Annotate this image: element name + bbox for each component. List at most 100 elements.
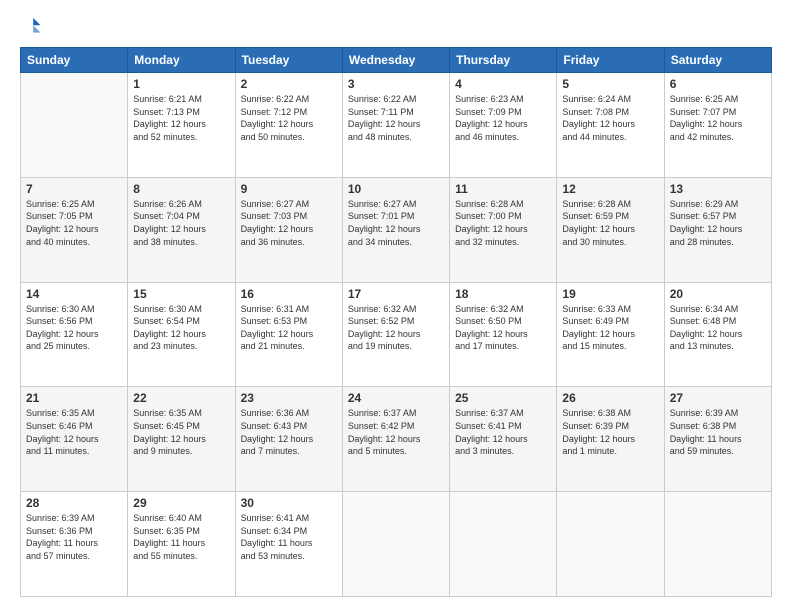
calendar-day-cell: 8 Sunrise: 6:26 AM Sunset: 7:04 PM Daylig… (128, 177, 235, 282)
day-info: Sunrise: 6:38 AM Sunset: 6:39 PM Dayligh… (562, 407, 658, 457)
calendar-day-cell: 10 Sunrise: 6:27 AM Sunset: 7:01 PM Dayli… (342, 177, 449, 282)
day-number: 18 (455, 287, 551, 301)
day-number: 30 (241, 496, 337, 510)
day-info: Sunrise: 6:22 AM Sunset: 7:11 PM Dayligh… (348, 93, 444, 143)
calendar-empty-cell (450, 492, 557, 597)
day-number: 26 (562, 391, 658, 405)
day-info: Sunrise: 6:30 AM Sunset: 6:56 PM Dayligh… (26, 303, 122, 353)
day-number: 1 (133, 77, 229, 91)
calendar-day-cell: 24Sunrise: 6:37 AM Sunset: 6:42 PM Dayli… (342, 387, 449, 492)
day-number: 14 (26, 287, 122, 301)
calendar-day-cell: 4Sunrise: 6:23 AM Sunset: 7:09 PM Daylig… (450, 73, 557, 178)
day-info: Sunrise: 6:28 AM Sunset: 6:59 PM Dayligh… (562, 198, 658, 248)
calendar-table: SundayMondayTuesdayWednesdayThursdayFrid… (20, 47, 772, 597)
day-info: Sunrise: 6:33 AM Sunset: 6:49 PM Dayligh… (562, 303, 658, 353)
day-number: 22 (133, 391, 229, 405)
calendar-empty-cell (342, 492, 449, 597)
day-number: 6 (670, 77, 766, 91)
day-number: 2 (241, 77, 337, 91)
calendar-day-cell: 21 Sunrise: 6:35 AM Sunset: 6:46 PM Dayli… (21, 387, 128, 492)
calendar-day-cell: 3 Sunrise: 6:22 AM Sunset: 7:11 PM Daylig… (342, 73, 449, 178)
calendar-empty-cell (21, 73, 128, 178)
weekday-header-friday: Friday (557, 48, 664, 73)
weekday-header-tuesday: Tuesday (235, 48, 342, 73)
day-info: Sunrise: 6:32 AM Sunset: 6:50 PM Dayligh… (455, 303, 551, 353)
day-info: Sunrise: 6:24 AM Sunset: 7:08 PM Dayligh… (562, 93, 658, 143)
calendar-day-cell: 6Sunrise: 6:25 AM Sunset: 7:07 PM Daylig… (664, 73, 771, 178)
day-number: 9 (241, 182, 337, 196)
calendar-day-cell: 22 Sunrise: 6:35 AM Sunset: 6:45 PM Dayli… (128, 387, 235, 492)
calendar-day-cell: 9 Sunrise: 6:27 AM Sunset: 7:03 PM Daylig… (235, 177, 342, 282)
calendar-day-cell: 30 Sunrise: 6:41 AM Sunset: 6:34 PM Dayli… (235, 492, 342, 597)
day-number: 15 (133, 287, 229, 301)
weekday-header-thursday: Thursday (450, 48, 557, 73)
day-number: 4 (455, 77, 551, 91)
calendar-day-cell: 15 Sunrise: 6:30 AM Sunset: 6:54 PM Dayli… (128, 282, 235, 387)
day-number: 8 (133, 182, 229, 196)
weekday-header-saturday: Saturday (664, 48, 771, 73)
page: SundayMondayTuesdayWednesdayThursdayFrid… (0, 0, 792, 612)
calendar-week-row: 21 Sunrise: 6:35 AM Sunset: 6:46 PM Dayli… (21, 387, 772, 492)
day-number: 21 (26, 391, 122, 405)
calendar-day-cell: 20 Sunrise: 6:34 AM Sunset: 6:48 PM Dayli… (664, 282, 771, 387)
logo (20, 15, 46, 37)
day-number: 29 (133, 496, 229, 510)
day-number: 3 (348, 77, 444, 91)
day-info: Sunrise: 6:21 AM Sunset: 7:13 PM Dayligh… (133, 93, 229, 143)
calendar-day-cell: 25 Sunrise: 6:37 AM Sunset: 6:41 PM Dayli… (450, 387, 557, 492)
day-number: 24 (348, 391, 444, 405)
calendar-day-cell: 12 Sunrise: 6:28 AM Sunset: 6:59 PM Dayli… (557, 177, 664, 282)
day-number: 7 (26, 182, 122, 196)
header (20, 15, 772, 37)
day-info: Sunrise: 6:30 AM Sunset: 6:54 PM Dayligh… (133, 303, 229, 353)
day-info: Sunrise: 6:28 AM Sunset: 7:00 PM Dayligh… (455, 198, 551, 248)
weekday-header-monday: Monday (128, 48, 235, 73)
day-info: Sunrise: 6:29 AM Sunset: 6:57 PM Dayligh… (670, 198, 766, 248)
calendar-day-cell: 16Sunrise: 6:31 AM Sunset: 6:53 PM Dayli… (235, 282, 342, 387)
calendar-day-cell: 23Sunrise: 6:36 AM Sunset: 6:43 PM Dayli… (235, 387, 342, 492)
calendar-day-cell: 14 Sunrise: 6:30 AM Sunset: 6:56 PM Dayli… (21, 282, 128, 387)
day-info: Sunrise: 6:35 AM Sunset: 6:46 PM Dayligh… (26, 407, 122, 457)
calendar-day-cell: 17 Sunrise: 6:32 AM Sunset: 6:52 PM Dayli… (342, 282, 449, 387)
day-number: 20 (670, 287, 766, 301)
calendar-week-row: 14 Sunrise: 6:30 AM Sunset: 6:56 PM Dayli… (21, 282, 772, 387)
day-info: Sunrise: 6:37 AM Sunset: 6:41 PM Dayligh… (455, 407, 551, 457)
day-info: Sunrise: 6:25 AM Sunset: 7:05 PM Dayligh… (26, 198, 122, 248)
calendar-empty-cell (557, 492, 664, 597)
day-number: 12 (562, 182, 658, 196)
day-info: Sunrise: 6:36 AM Sunset: 6:43 PM Dayligh… (241, 407, 337, 457)
calendar-day-cell: 28Sunrise: 6:39 AM Sunset: 6:36 PM Dayli… (21, 492, 128, 597)
day-info: Sunrise: 6:27 AM Sunset: 7:03 PM Dayligh… (241, 198, 337, 248)
calendar-day-cell: 19 Sunrise: 6:33 AM Sunset: 6:49 PM Dayli… (557, 282, 664, 387)
calendar-day-cell: 18 Sunrise: 6:32 AM Sunset: 6:50 PM Dayli… (450, 282, 557, 387)
day-number: 13 (670, 182, 766, 196)
day-number: 25 (455, 391, 551, 405)
calendar-day-cell: 11Sunrise: 6:28 AM Sunset: 7:00 PM Dayli… (450, 177, 557, 282)
day-info: Sunrise: 6:32 AM Sunset: 6:52 PM Dayligh… (348, 303, 444, 353)
weekday-header-sunday: Sunday (21, 48, 128, 73)
day-info: Sunrise: 6:35 AM Sunset: 6:45 PM Dayligh… (133, 407, 229, 457)
day-number: 28 (26, 496, 122, 510)
calendar-day-cell: 7 Sunrise: 6:25 AM Sunset: 7:05 PM Daylig… (21, 177, 128, 282)
day-number: 5 (562, 77, 658, 91)
day-info: Sunrise: 6:31 AM Sunset: 6:53 PM Dayligh… (241, 303, 337, 353)
day-number: 10 (348, 182, 444, 196)
day-info: Sunrise: 6:40 AM Sunset: 6:35 PM Dayligh… (133, 512, 229, 562)
calendar-day-cell: 13 Sunrise: 6:29 AM Sunset: 6:57 PM Dayli… (664, 177, 771, 282)
calendar-day-cell: 29 Sunrise: 6:40 AM Sunset: 6:35 PM Dayli… (128, 492, 235, 597)
day-number: 17 (348, 287, 444, 301)
calendar-day-cell: 27 Sunrise: 6:39 AM Sunset: 6:38 PM Dayli… (664, 387, 771, 492)
day-info: Sunrise: 6:34 AM Sunset: 6:48 PM Dayligh… (670, 303, 766, 353)
day-info: Sunrise: 6:26 AM Sunset: 7:04 PM Dayligh… (133, 198, 229, 248)
calendar-day-cell: 5 Sunrise: 6:24 AM Sunset: 7:08 PM Daylig… (557, 73, 664, 178)
day-info: Sunrise: 6:39 AM Sunset: 6:38 PM Dayligh… (670, 407, 766, 457)
calendar-day-cell: 26 Sunrise: 6:38 AM Sunset: 6:39 PM Dayli… (557, 387, 664, 492)
calendar-day-cell: 2 Sunrise: 6:22 AM Sunset: 7:12 PM Daylig… (235, 73, 342, 178)
calendar-week-row: 1 Sunrise: 6:21 AM Sunset: 7:13 PM Daylig… (21, 73, 772, 178)
logo-icon (20, 15, 42, 37)
day-info: Sunrise: 6:22 AM Sunset: 7:12 PM Dayligh… (241, 93, 337, 143)
day-info: Sunrise: 6:27 AM Sunset: 7:01 PM Dayligh… (348, 198, 444, 248)
day-info: Sunrise: 6:41 AM Sunset: 6:34 PM Dayligh… (241, 512, 337, 562)
day-number: 19 (562, 287, 658, 301)
day-number: 27 (670, 391, 766, 405)
